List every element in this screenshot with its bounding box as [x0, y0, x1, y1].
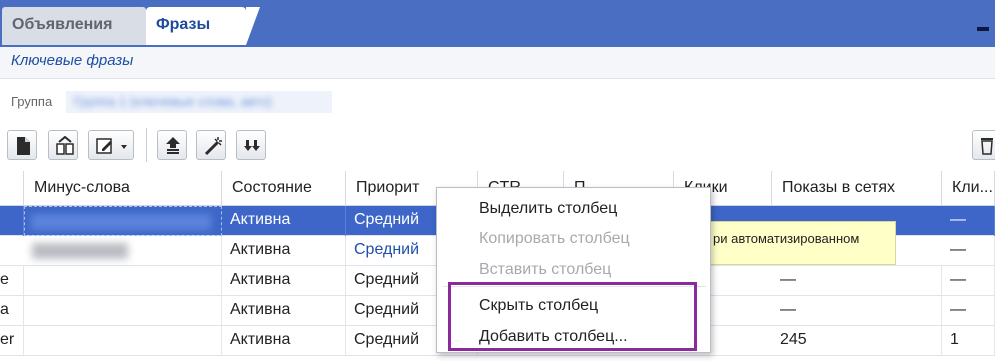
- clicks-cell: —: [942, 206, 995, 236]
- clicks-cell: —: [942, 296, 995, 326]
- blurred-text: [31, 214, 211, 230]
- network-views-cell: 245: [772, 326, 942, 356]
- toolbar: [0, 122, 995, 170]
- clicks-cell: 1: [942, 326, 995, 356]
- page-title: Ключевые фразы: [11, 52, 134, 69]
- highlight-frame: [448, 282, 697, 351]
- group-value: Группа 1 (ключевые слова, авто): [74, 94, 272, 109]
- delete-icon: [981, 138, 993, 155]
- group-selector[interactable]: Группа 1 (ключевые слова, авто): [66, 91, 332, 113]
- column-header-network-views[interactable]: Показы в сетях: [772, 171, 942, 206]
- minus-words-cell[interactable]: [24, 206, 222, 236]
- state-cell: Активна: [222, 326, 346, 356]
- tab-phrases[interactable]: Фразы: [146, 7, 260, 45]
- group-label: Группа: [11, 94, 53, 109]
- row-first-cell: e: [0, 266, 24, 296]
- network-views-cell: —: [772, 296, 942, 326]
- row-first-cell: [0, 206, 24, 236]
- section-header: Ключевые фразы: [0, 47, 995, 79]
- move-up-button[interactable]: [157, 130, 187, 160]
- state-cell: Активна: [222, 236, 346, 266]
- move-down-button[interactable]: [236, 130, 266, 160]
- minus-words-cell[interactable]: [24, 266, 222, 296]
- magic-wand-button[interactable]: [196, 130, 226, 160]
- minus-words-cell[interactable]: [24, 326, 222, 356]
- magic-wand-icon: [204, 137, 222, 156]
- row-first-cell: er: [0, 326, 24, 356]
- menu-item-paste-column: Вставить столбец: [479, 261, 612, 278]
- move-down-icon: [244, 140, 260, 151]
- state-cell: Активна: [222, 266, 346, 296]
- minimize-icon[interactable]: [977, 27, 989, 31]
- copy-group-icon: [56, 136, 74, 155]
- network-views-cell: —: [772, 266, 942, 296]
- tab-ads[interactable]: Объявления: [2, 7, 146, 45]
- copy-group-button[interactable]: [48, 130, 78, 160]
- minus-words-cell[interactable]: [24, 236, 222, 266]
- menu-item-select-column[interactable]: Выделить столбец: [479, 200, 617, 218]
- column-header-state[interactable]: Состояние: [222, 171, 346, 206]
- blurred-text: [32, 243, 128, 259]
- state-cell: Активна: [222, 206, 346, 236]
- toolbar-separator: [146, 128, 147, 162]
- delete-button[interactable]: [972, 130, 995, 160]
- menu-item-copy-column: Копировать столбец: [479, 230, 630, 247]
- state-cell: Активна: [222, 296, 346, 326]
- column-header-minus-words[interactable]: Минус-слова: [24, 171, 222, 206]
- edit-menu-icon: [96, 138, 127, 154]
- clicks-cell: —: [942, 266, 995, 296]
- row-first-cell: a: [0, 296, 24, 326]
- tab-bar: Объявления Фразы: [0, 0, 995, 47]
- move-up-icon: [166, 137, 180, 154]
- new-document-button[interactable]: [7, 130, 37, 160]
- document-icon: [17, 137, 30, 155]
- clicks-cell: —: [942, 236, 995, 266]
- column-header[interactable]: [0, 171, 24, 206]
- edit-menu-button[interactable]: [88, 130, 134, 160]
- tooltip: ри автоматизированном: [690, 221, 896, 265]
- minus-words-cell[interactable]: [24, 296, 222, 326]
- column-header-clicks-2[interactable]: Кли...: [942, 171, 995, 206]
